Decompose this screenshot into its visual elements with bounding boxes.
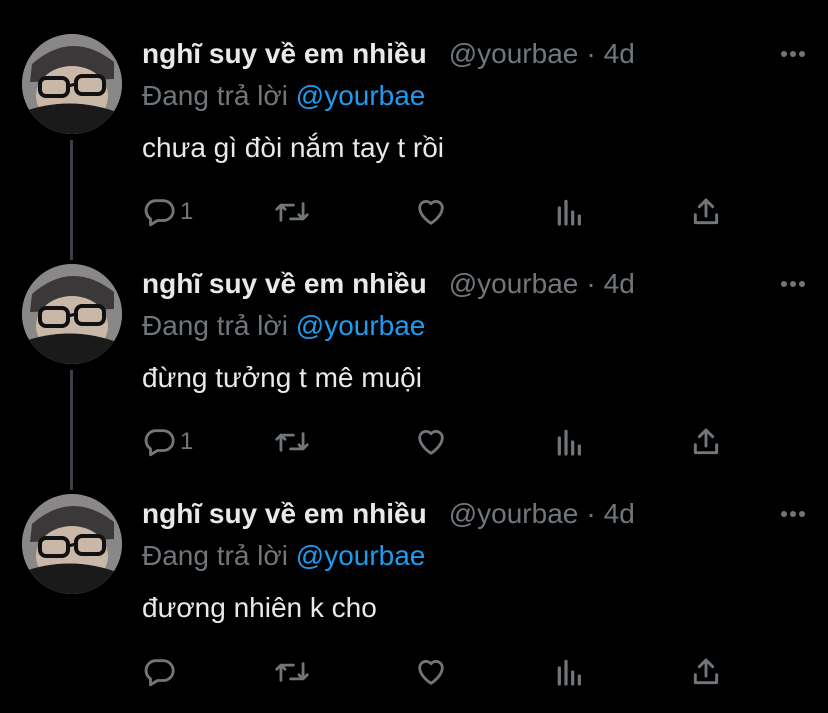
separator-dot: · <box>586 38 596 69</box>
share-upload-icon <box>690 195 722 229</box>
retweet-icon <box>274 195 310 229</box>
share-button[interactable] <box>690 652 722 692</box>
tweet-header: nghĩ suy về em nhiều @yourbae · 4d <box>142 37 808 71</box>
author-handle[interactable]: @yourbae <box>449 38 579 70</box>
replying-mention[interactable]: @yourbae <box>296 80 426 111</box>
author-name[interactable]: nghĩ suy về em nhiều <box>142 38 427 70</box>
like-button[interactable] <box>414 652 448 692</box>
separator-dot: · <box>586 498 596 529</box>
tweet-header: nghĩ suy về em nhiều @yourbae · 4d <box>142 267 808 301</box>
tweet-time[interactable]: 4d <box>604 268 635 300</box>
reply-bubble-icon <box>142 655 176 689</box>
avatar[interactable] <box>22 264 122 364</box>
reply-bubble-icon <box>142 425 176 459</box>
replying-to: Đang trả lời @yourbae <box>142 540 425 572</box>
retweet-icon <box>274 655 310 689</box>
author-handle[interactable]: @yourbae <box>449 498 579 530</box>
replying-to: Đang trả lời @yourbae <box>142 80 425 112</box>
retweet-button[interactable] <box>274 652 310 692</box>
heart-icon <box>414 425 448 459</box>
more-dots-icon[interactable] <box>778 41 808 67</box>
retweet-icon <box>274 425 310 459</box>
like-button[interactable] <box>414 422 448 462</box>
views-chart-icon <box>554 195 586 229</box>
share-upload-icon <box>690 425 722 459</box>
tweet-time[interactable]: 4d <box>604 498 635 530</box>
share-button[interactable] <box>690 422 722 462</box>
views-chart-icon <box>554 425 586 459</box>
views-button[interactable] <box>554 652 586 692</box>
tweet-header: nghĩ suy về em nhiều @yourbae · 4d <box>142 497 808 531</box>
like-button[interactable] <box>414 192 448 232</box>
separator-dot: · <box>586 268 596 299</box>
reply-count: 1 <box>180 198 194 225</box>
views-button[interactable] <box>554 192 586 232</box>
heart-icon <box>414 195 448 229</box>
replying-to: Đang trả lời @yourbae <box>142 310 425 342</box>
replying-prefix: Đang trả lời <box>142 540 288 571</box>
action-bar: 1 <box>142 192 742 232</box>
reply-bubble-icon <box>142 195 176 229</box>
avatar[interactable] <box>22 494 122 594</box>
author-name[interactable]: nghĩ suy về em nhiều <box>142 498 427 530</box>
reply-count: 1 <box>180 428 194 455</box>
tweet[interactable]: nghĩ suy về em nhiều @yourbae · 4d Đang … <box>0 460 828 690</box>
action-bar: 1 <box>142 422 742 462</box>
more-dots-icon[interactable] <box>778 501 808 527</box>
retweet-button[interactable] <box>274 422 310 462</box>
reply-button[interactable]: 1 <box>142 192 193 232</box>
tweet-time[interactable]: 4d <box>604 38 635 70</box>
retweet-button[interactable] <box>274 192 310 232</box>
replying-prefix: Đang trả lời <box>142 80 288 111</box>
tweet-text: đương nhiên k cho <box>142 592 377 623</box>
replying-prefix: Đang trả lời <box>142 310 288 341</box>
more-dots-icon[interactable] <box>778 271 808 297</box>
heart-icon <box>414 655 448 689</box>
views-chart-icon <box>554 655 586 689</box>
share-button[interactable] <box>690 192 722 232</box>
author-name[interactable]: nghĩ suy về em nhiều <box>142 268 427 300</box>
replying-mention[interactable]: @yourbae <box>296 310 426 341</box>
avatar[interactable] <box>22 34 122 134</box>
replying-mention[interactable]: @yourbae <box>296 540 426 571</box>
tweet[interactable]: nghĩ suy về em nhiều @yourbae · 4d Đang … <box>0 0 828 230</box>
tweet[interactable]: nghĩ suy về em nhiều @yourbae · 4d Đang … <box>0 230 828 460</box>
action-bar <box>142 652 742 692</box>
views-button[interactable] <box>554 422 586 462</box>
reply-button[interactable]: 1 <box>142 422 193 462</box>
tweet-text: chưa gì đòi nắm tay t rồi <box>142 132 444 163</box>
tweet-text: đừng tưởng t mê muội <box>142 362 422 393</box>
reply-button[interactable] <box>142 652 180 692</box>
share-upload-icon <box>690 655 722 689</box>
author-handle[interactable]: @yourbae <box>449 268 579 300</box>
